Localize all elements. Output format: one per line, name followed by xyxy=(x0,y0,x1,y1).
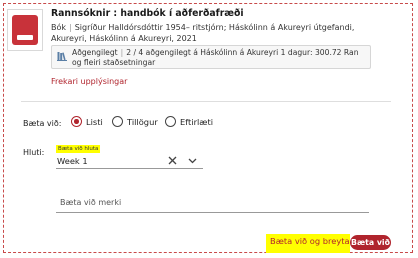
availability-status: Aðgengilegt xyxy=(72,48,118,57)
book-title: Rannsóknir : handbók í aðferðafræði xyxy=(51,8,244,19)
add-and-edit-button[interactable]: Bæta við og breyta xyxy=(270,236,350,246)
book-details: Sigríður Halldórsdóttir 1954– ritstjórn;… xyxy=(51,23,355,43)
section-select[interactable]: Week 1 xyxy=(57,156,88,166)
divider xyxy=(21,101,391,102)
add-to-label: Bæta við: xyxy=(23,119,62,128)
resource-type: Bók xyxy=(51,23,67,32)
book-icon xyxy=(7,9,43,51)
close-icon[interactable] xyxy=(167,155,178,166)
library-icon xyxy=(57,52,67,61)
radio-circle[interactable] xyxy=(112,116,123,127)
section-field-label: Bæta við hluta xyxy=(56,145,101,153)
availability-box: Aðgengilegt | 2 / 4 aðgengilegt á Háskólin… xyxy=(51,45,371,69)
more-info-link[interactable]: Frekari upplýsingar xyxy=(51,77,127,86)
radio-label: Eftirlæti xyxy=(180,116,213,127)
section-select-underline xyxy=(56,168,203,169)
radio-favorites[interactable]: Eftirlæti xyxy=(165,116,213,127)
add-button[interactable]: Bæta við xyxy=(350,235,391,250)
radio-circle[interactable] xyxy=(71,116,82,127)
book-meta: Bók | Sigríður Halldórsdóttir 1954– ritstj… xyxy=(51,23,355,43)
radio-suggestions[interactable]: Tillögur xyxy=(112,116,158,127)
chevron-down-icon[interactable] xyxy=(187,156,198,165)
radio-list[interactable]: Listi xyxy=(71,116,103,127)
tag-input[interactable] xyxy=(56,193,369,213)
radio-label: Listi xyxy=(86,116,103,127)
radio-circle[interactable] xyxy=(165,116,176,127)
radio-label: Tillögur xyxy=(127,116,158,127)
section-label: Hluti: xyxy=(23,148,45,157)
